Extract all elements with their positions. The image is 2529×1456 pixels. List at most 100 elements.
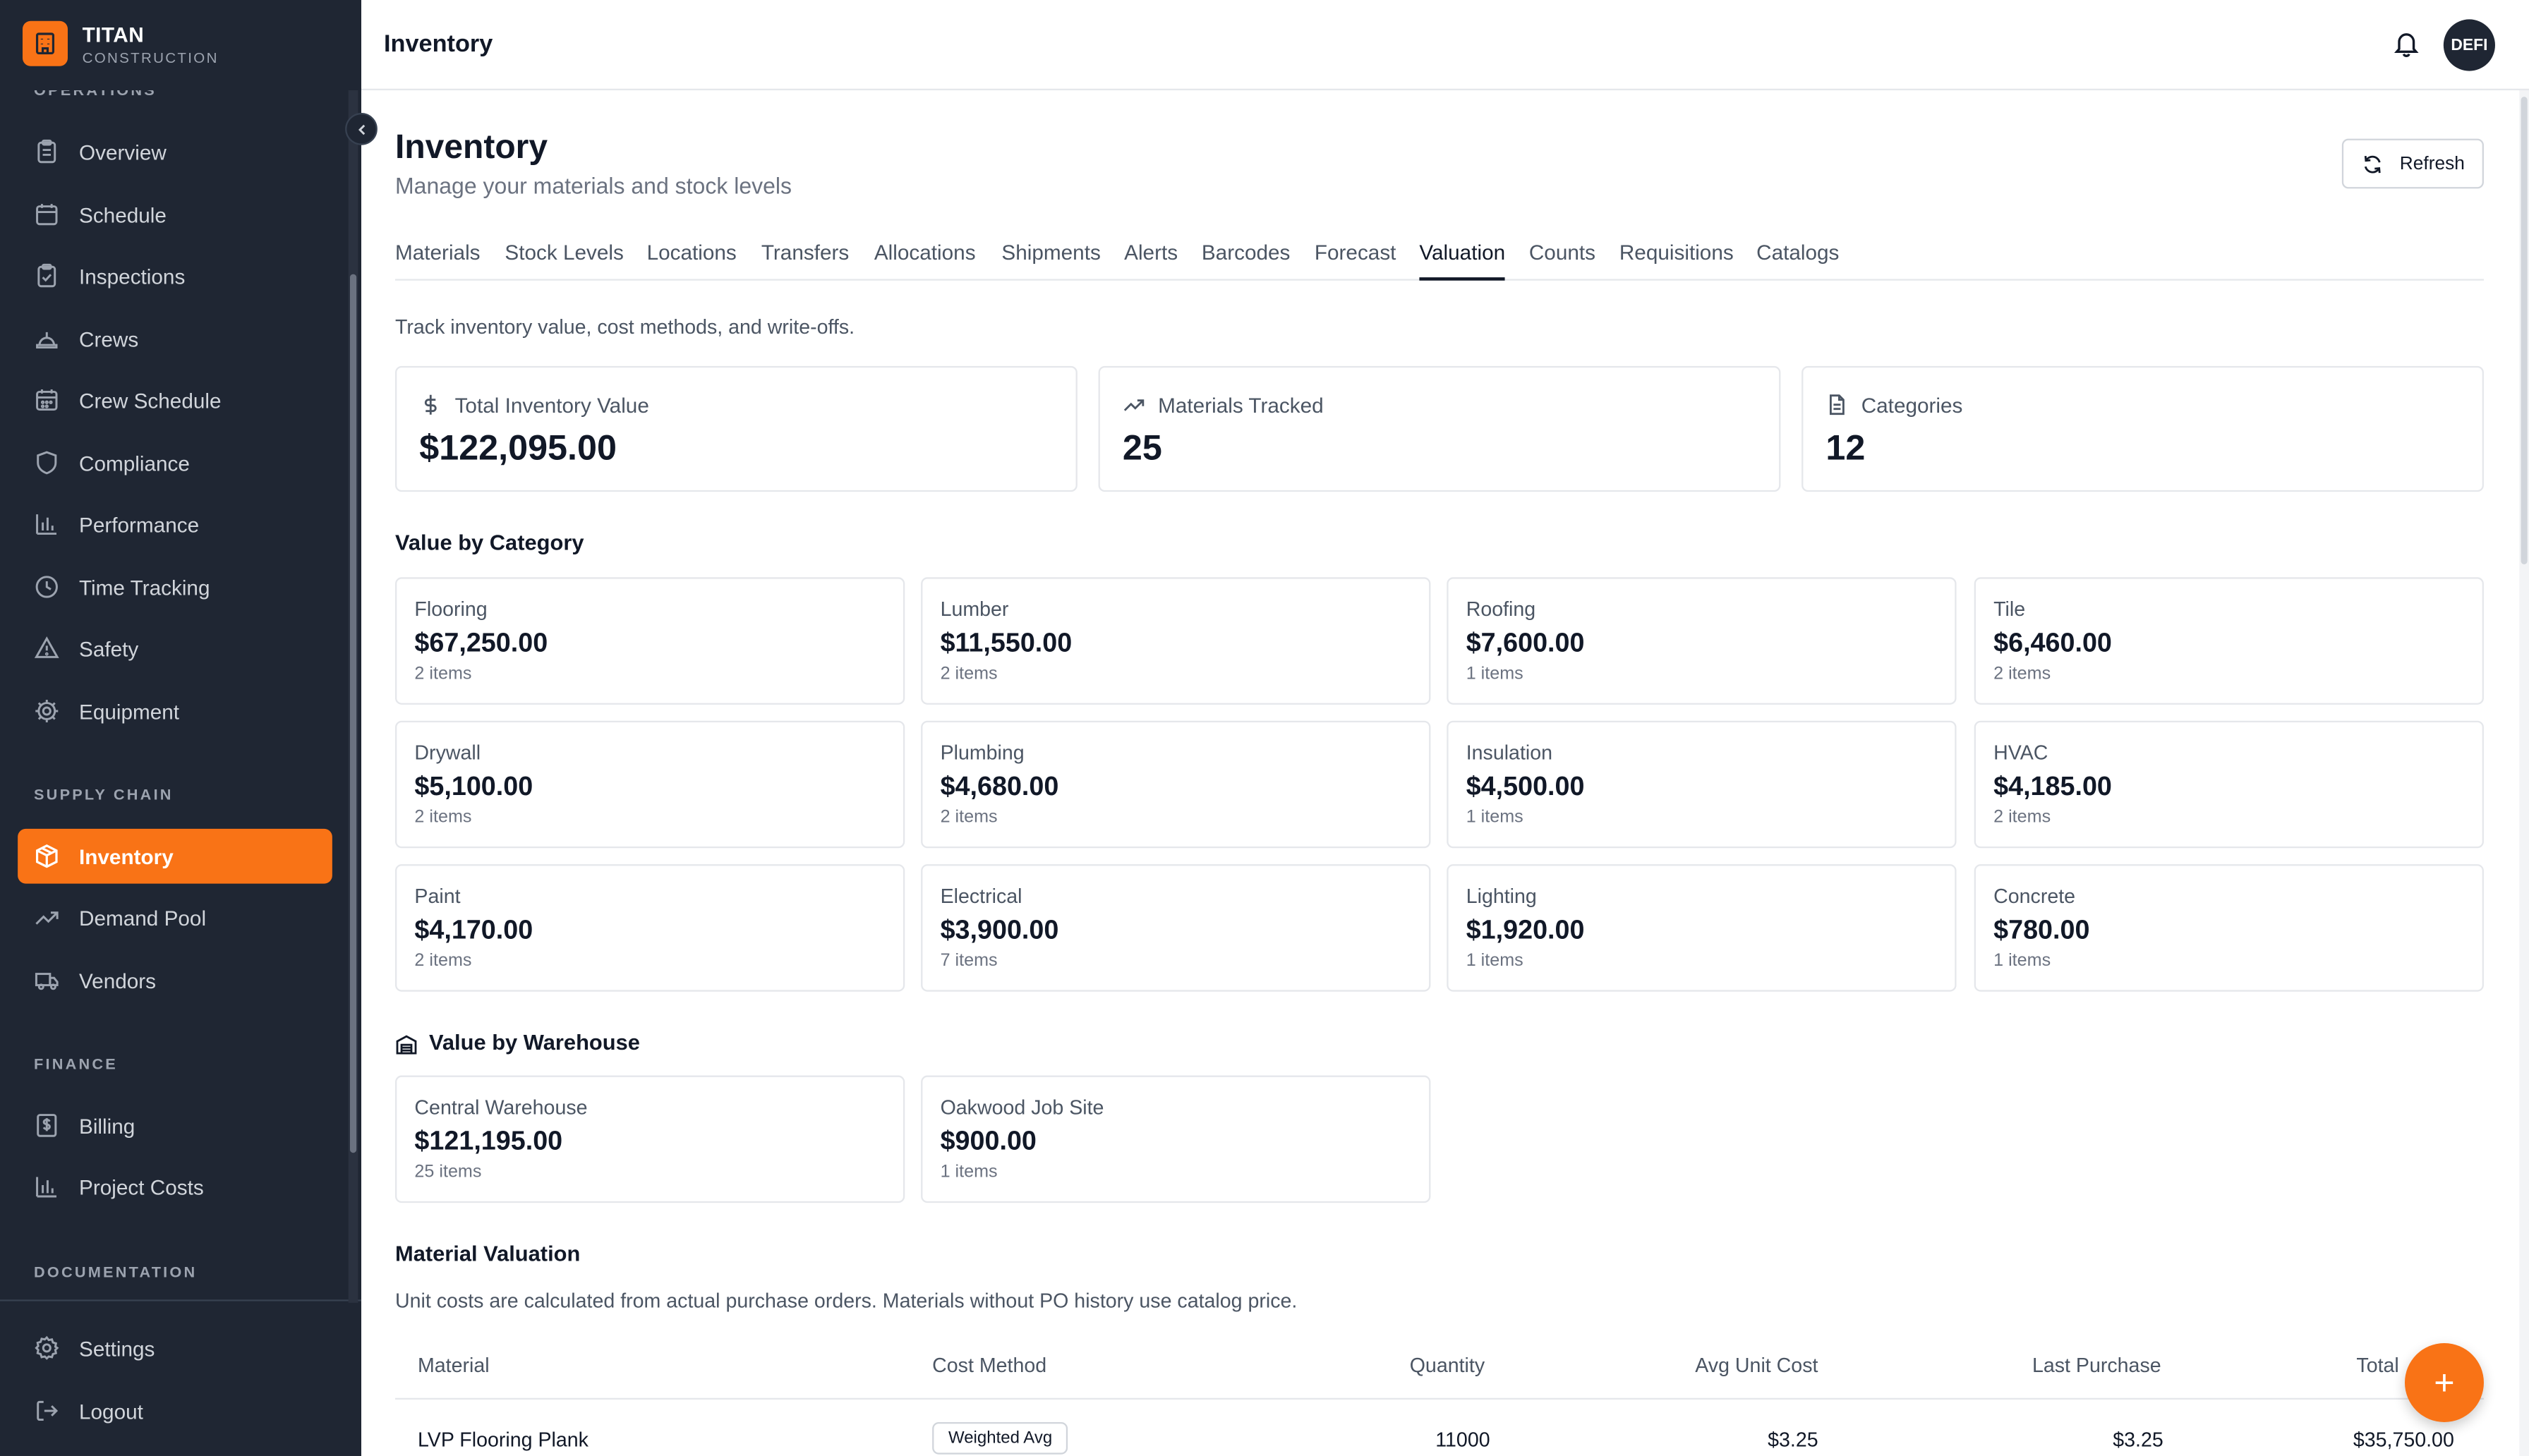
column-header-cost-method[interactable]: Cost Method xyxy=(932,1354,1046,1377)
tab-shipments[interactable]: Shipments xyxy=(1001,241,1100,281)
page-subtitle: Manage your materials and stock levels xyxy=(394,172,792,199)
sidebar-item-time-tracking[interactable]: Time Tracking xyxy=(18,559,332,614)
tab-valuation[interactable]: Valuation xyxy=(1419,241,1506,281)
sidebar-item-overview[interactable]: Overview xyxy=(18,124,332,179)
category-count: 2 items xyxy=(1993,664,2051,684)
refresh-button[interactable]: Refresh xyxy=(2341,138,2484,189)
tab-allocations[interactable]: Allocations xyxy=(874,241,976,281)
category-card: Lumber $11,550.00 2 items xyxy=(921,577,1431,705)
sidebar-item-label: Billing xyxy=(78,1113,135,1138)
stat-value: 25 xyxy=(1122,427,1162,468)
category-count: 2 items xyxy=(940,664,998,684)
category-amount: $67,250.00 xyxy=(414,629,548,658)
sidebar-item-settings[interactable]: Settings xyxy=(18,1321,332,1376)
sidebar-item-safety[interactable]: Safety xyxy=(18,621,332,676)
sidebar-item-schedule[interactable]: Schedule xyxy=(18,187,332,242)
chevron-left-icon xyxy=(357,123,365,135)
sidebar-item-label: Project Costs xyxy=(78,1175,204,1199)
sidebar-item-label: Crews xyxy=(78,326,139,351)
bell-icon[interactable] xyxy=(2392,29,2421,58)
brand-header[interactable]: TITAN CONSTRUCTION xyxy=(0,0,361,90)
sidebar-item-label: Crew Schedule xyxy=(78,387,222,412)
warehouse-count: 1 items xyxy=(940,1162,998,1182)
tab-transfers[interactable]: Transfers xyxy=(761,241,849,281)
tab-barcodes[interactable]: Barcodes xyxy=(1202,241,1291,281)
cell-last-purchase: $3.25 xyxy=(2113,1428,2163,1452)
category-card: Roofing $7,600.00 1 items xyxy=(1447,577,1957,705)
column-header-last-purchase[interactable]: Last Purchase xyxy=(2032,1354,2161,1377)
tab-stock-levels[interactable]: Stock Levels xyxy=(505,241,623,281)
collapse-sidebar-button[interactable] xyxy=(345,112,378,145)
warehouse-card: Oakwood Job Site $900.00 1 items xyxy=(921,1075,1431,1203)
tab-forecast[interactable]: Forecast xyxy=(1315,241,1396,281)
dollar-icon xyxy=(424,394,437,415)
sidebar-item-label: Vendors xyxy=(78,968,157,993)
add-fab-button[interactable]: + xyxy=(2404,1342,2484,1422)
sidebar-item-billing[interactable]: Billing xyxy=(18,1098,332,1153)
sidebar-scrollbar-thumb[interactable] xyxy=(349,274,357,1153)
category-card: Concrete $780.00 1 items xyxy=(1974,864,2484,992)
category-count: 2 items xyxy=(414,808,472,827)
page-scrollbar-thumb[interactable] xyxy=(2521,97,2528,564)
clipboard-check-icon xyxy=(37,263,56,288)
hard-hat-icon xyxy=(36,332,58,349)
sidebar-item-equipment[interactable]: Equipment xyxy=(18,684,332,739)
sidebar-item-label: Performance xyxy=(78,511,200,536)
category-amount: $4,500.00 xyxy=(1466,772,1585,801)
warehouse-name: Central Warehouse xyxy=(414,1096,588,1120)
clock-icon xyxy=(35,576,58,598)
column-header-total[interactable]: Total xyxy=(2356,1354,2398,1377)
avatar[interactable]: DEFI xyxy=(2443,19,2495,71)
stat-label: Materials Tracked xyxy=(1158,393,1324,418)
column-header-avg-unit-cost[interactable]: Avg Unit Cost xyxy=(1695,1354,1818,1377)
tab-requisitions[interactable]: Requisitions xyxy=(1619,241,1734,281)
document-icon xyxy=(1830,394,1845,415)
tab-alerts[interactable]: Alerts xyxy=(1124,241,1178,281)
column-header-quantity[interactable]: Quantity xyxy=(1410,1354,1485,1377)
sidebar-item-label: Overview xyxy=(78,139,167,164)
sidebar-item-crews[interactable]: Crews xyxy=(18,311,332,366)
category-count: 2 items xyxy=(414,664,472,684)
category-card: Paint $4,170.00 2 items xyxy=(394,864,905,992)
cell-quantity: 11000 xyxy=(1435,1428,1490,1452)
sidebar-item-project-costs[interactable]: Project Costs xyxy=(18,1159,332,1214)
tab-counts[interactable]: Counts xyxy=(1529,241,1595,281)
brand-subtitle: CONSTRUCTION xyxy=(82,49,219,66)
tab-materials[interactable]: Materials xyxy=(395,241,481,281)
section-label-documentation: DOCUMENTATION xyxy=(33,1263,198,1282)
category-name: Paint xyxy=(414,885,461,908)
cog-icon xyxy=(35,699,59,722)
stat-card-materials-tracked: Materials Tracked 25 xyxy=(1098,365,1781,492)
shield-icon xyxy=(37,451,57,475)
sidebar-item-crew-schedule[interactable]: Crew Schedule xyxy=(18,372,332,427)
sidebar-item-inspections[interactable]: Inspections xyxy=(18,248,332,303)
sidebar-item-compliance[interactable]: Compliance xyxy=(18,435,332,490)
warehouse-amount: $121,195.00 xyxy=(414,1127,563,1156)
sidebar-item-label: Compliance xyxy=(78,450,190,475)
tab-catalogs[interactable]: Catalogs xyxy=(1756,241,1839,281)
category-amount: $6,460.00 xyxy=(1993,629,2112,658)
section-heading-material-valuation: Material Valuation xyxy=(394,1241,581,1266)
tab-locations[interactable]: Locations xyxy=(647,241,737,281)
column-header-material[interactable]: Material xyxy=(418,1354,490,1377)
sidebar-item-vendors[interactable]: Vendors xyxy=(18,953,332,1008)
section-heading-category: Value by Category xyxy=(394,530,584,555)
category-card: Lighting $1,920.00 1 items xyxy=(1447,864,1957,992)
cost-method-badge: Weighted Avg xyxy=(932,1421,1069,1455)
stat-card-categories: Categories 12 xyxy=(1801,365,2484,492)
sidebar-item-label: Settings xyxy=(78,1335,155,1360)
bar-chart-icon xyxy=(36,1177,56,1198)
sidebar-item-logout[interactable]: Logout xyxy=(18,1383,332,1438)
category-name: Lighting xyxy=(1466,885,1537,908)
category-name: Plumbing xyxy=(940,741,1025,765)
top-bar: Inventory DEFI xyxy=(361,0,2529,90)
truck-icon xyxy=(35,973,59,990)
sidebar-item-label: Inventory xyxy=(78,844,174,868)
category-name: Electrical xyxy=(940,885,1022,908)
warehouse-amount: $900.00 xyxy=(940,1127,1037,1156)
sidebar-item-performance[interactable]: Performance xyxy=(18,497,332,552)
sidebar-item-inventory[interactable]: Inventory xyxy=(18,828,332,884)
section-label-finance: FINANCE xyxy=(33,1056,118,1074)
sidebar-item-demand-pool[interactable]: Demand Pool xyxy=(18,890,332,945)
warehouse-icon xyxy=(396,1035,417,1055)
